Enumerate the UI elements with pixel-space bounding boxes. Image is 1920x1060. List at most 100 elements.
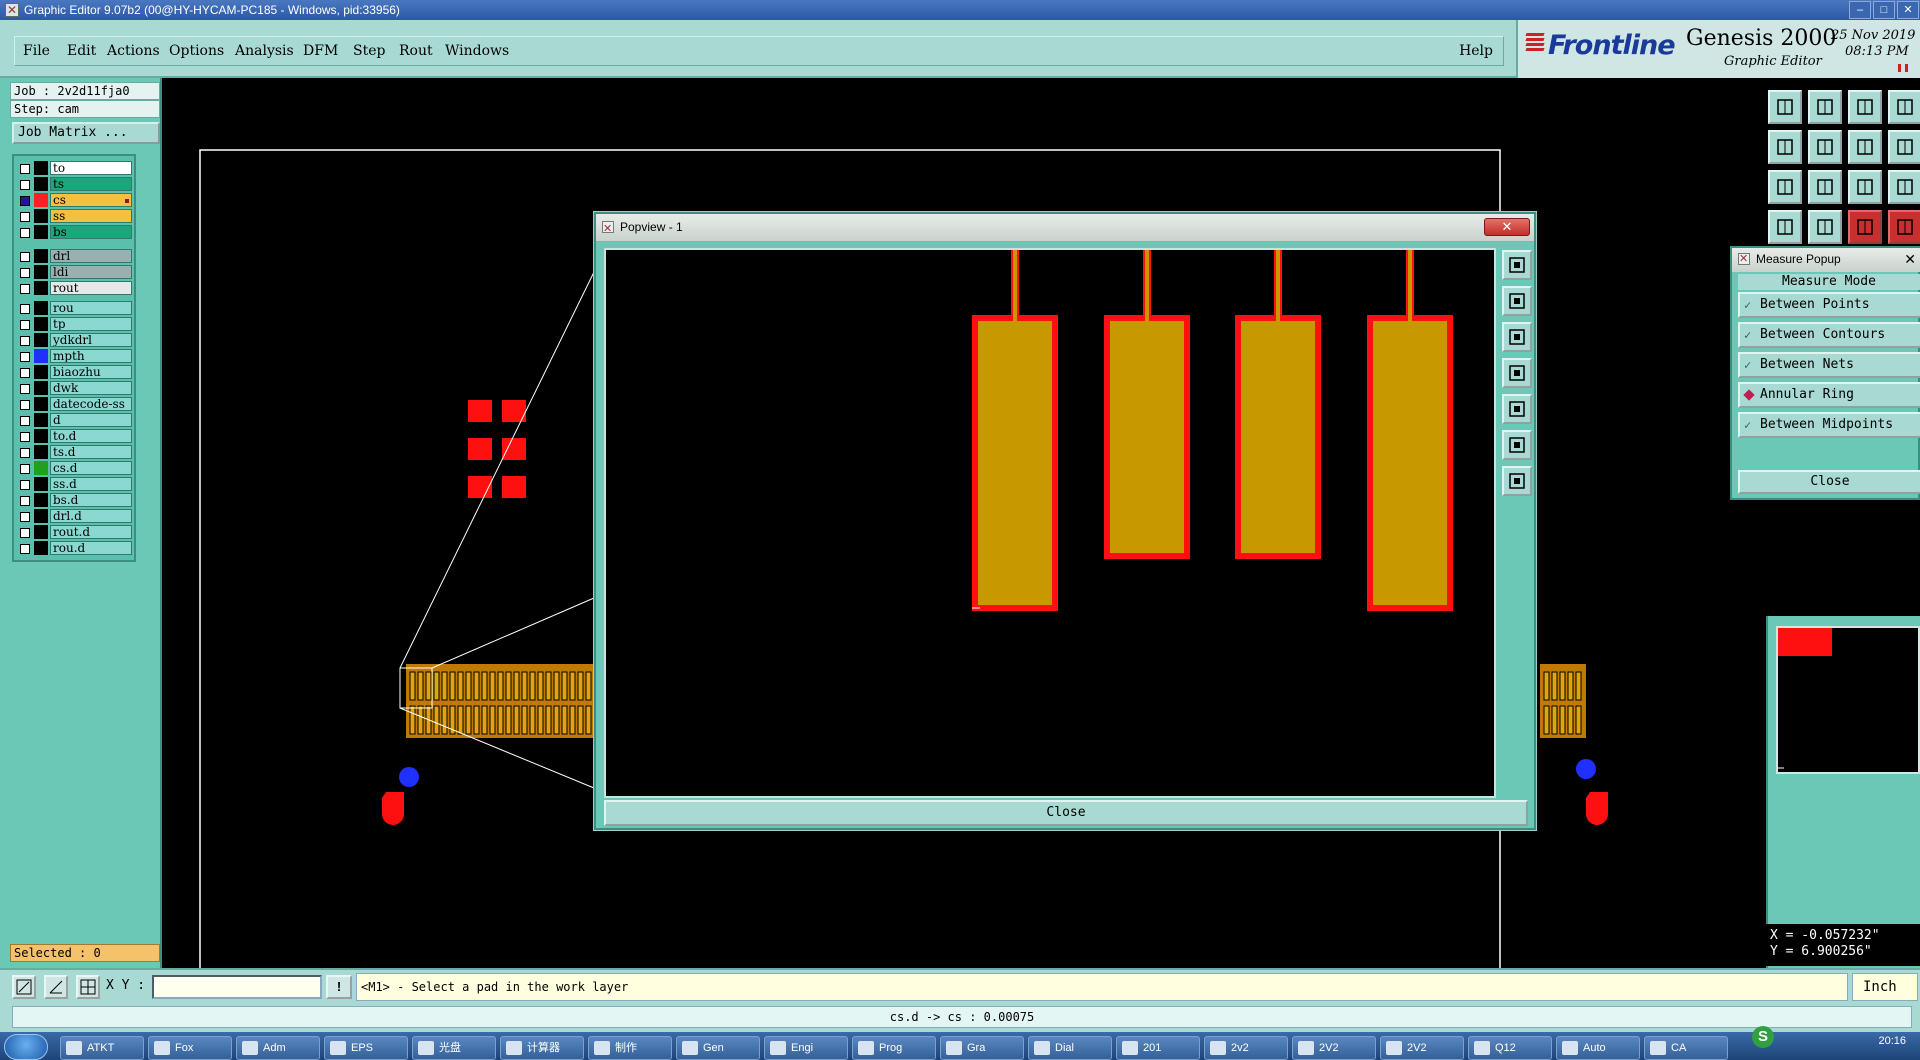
redraw-button[interactable]: [1888, 130, 1920, 164]
layer-name[interactable]: biaozhu: [50, 365, 132, 379]
layer-checkbox[interactable]: [20, 164, 30, 174]
layer-row-to-d[interactable]: to.d: [16, 428, 134, 444]
ime-s-icon[interactable]: S: [1752, 1026, 1774, 1048]
right-button[interactable]: [1808, 130, 1842, 164]
layer-checkbox[interactable]: [20, 268, 30, 278]
layer-row-ydkdrl[interactable]: ydkdrl: [16, 332, 134, 348]
layer-row-cs[interactable]: cs: [16, 192, 134, 208]
layer-row-rou-d[interactable]: rou.d: [16, 540, 134, 556]
menu-step[interactable]: Step: [353, 43, 385, 59]
popview-canvas[interactable]: [604, 248, 1496, 798]
layer-color-swatch[interactable]: [34, 541, 48, 555]
pan-button[interactable]: [1808, 170, 1842, 204]
layer-color-swatch[interactable]: [34, 177, 48, 191]
zoom-reset-button[interactable]: [1502, 466, 1532, 496]
layer-checkbox[interactable]: [20, 448, 30, 458]
layer-name[interactable]: bs: [50, 225, 132, 239]
layer-checkbox[interactable]: [20, 432, 30, 442]
house-button[interactable]: [1848, 90, 1882, 124]
snap-button[interactable]: [1848, 210, 1882, 244]
layer-row-drl[interactable]: drl: [16, 248, 134, 264]
layer-name[interactable]: ts: [50, 177, 132, 191]
layer-checkbox[interactable]: [20, 212, 30, 222]
layer-checkbox[interactable]: [20, 496, 30, 506]
layer-checkbox[interactable]: [20, 352, 30, 362]
layer-row-ts-d[interactable]: ts.d: [16, 444, 134, 460]
menu-file[interactable]: File: [23, 43, 50, 59]
layer-color-swatch[interactable]: [34, 161, 48, 175]
layer-checkbox[interactable]: [20, 304, 30, 314]
measure-option-between-points[interactable]: ✓ Between Points: [1738, 292, 1920, 318]
minimize-button[interactable]: –: [1849, 1, 1871, 19]
start-button[interactable]: [4, 1034, 48, 1060]
layer-name[interactable]: ldi: [50, 265, 132, 279]
layer-checkbox[interactable]: [20, 416, 30, 426]
layer-checkbox[interactable]: [20, 512, 30, 522]
layer-color-swatch[interactable]: [34, 509, 48, 523]
taskbar-item[interactable]: Q12: [1468, 1036, 1552, 1060]
taskbar-item[interactable]: Adm: [236, 1036, 320, 1060]
layer-checkbox[interactable]: [20, 228, 30, 238]
filter-button[interactable]: [1768, 210, 1802, 244]
layer-checkbox[interactable]: [20, 252, 30, 262]
pan-right-button[interactable]: [1502, 394, 1532, 424]
layer-row-datecode-ss[interactable]: datecode-ss: [16, 396, 134, 412]
layer-row-rout[interactable]: rout: [16, 280, 134, 296]
menu-analysis[interactable]: Analysis: [235, 43, 294, 59]
zoom-fit-button[interactable]: [1768, 170, 1802, 204]
menu-options[interactable]: Options: [169, 43, 224, 59]
taskbar-item[interactable]: Auto: [1556, 1036, 1640, 1060]
layer-name[interactable]: mpth: [50, 349, 132, 363]
layer-color-swatch[interactable]: [34, 209, 48, 223]
zoom-in-button[interactable]: [1502, 250, 1532, 280]
taskbar-item[interactable]: 201: [1116, 1036, 1200, 1060]
layer-color-swatch[interactable]: [34, 429, 48, 443]
menu-help[interactable]: Help: [1459, 43, 1493, 59]
snap-net-button[interactable]: [1888, 210, 1920, 244]
layer-color-swatch[interactable]: [34, 317, 48, 331]
layer-name[interactable]: cs: [50, 193, 132, 207]
measure-option-between-contours[interactable]: ✓ Between Contours: [1738, 322, 1920, 348]
layer-name[interactable]: dwk: [50, 381, 132, 395]
layer-name[interactable]: rout.d: [50, 525, 132, 539]
layer-name[interactable]: ss: [50, 209, 132, 223]
layer-color-swatch[interactable]: [34, 225, 48, 239]
layer-name[interactable]: ts.d: [50, 445, 132, 459]
layer-checkbox[interactable]: [20, 528, 30, 538]
layer-color-swatch[interactable]: [34, 249, 48, 263]
measure-option-between-nets[interactable]: ✓ Between Nets: [1738, 352, 1920, 378]
layer-checkbox[interactable]: [20, 544, 30, 554]
layer-color-swatch[interactable]: [34, 445, 48, 459]
layer-color-swatch[interactable]: [34, 265, 48, 279]
layer-color-swatch[interactable]: [34, 461, 48, 475]
zoom-down-button[interactable]: [1502, 322, 1532, 352]
unit-selector[interactable]: Inch: [1852, 973, 1918, 1001]
layer-name[interactable]: datecode-ss: [50, 397, 132, 411]
layer-checkbox[interactable]: [20, 180, 30, 190]
layer-checkbox[interactable]: [20, 336, 30, 346]
layer-row-dwk[interactable]: dwk: [16, 380, 134, 396]
xy-toggle-button[interactable]: !: [326, 975, 352, 999]
layer-name[interactable]: bs.d: [50, 493, 132, 507]
layer-color-swatch[interactable]: [34, 493, 48, 507]
measure-option-annular-ring[interactable]: Annular Ring: [1738, 382, 1920, 408]
layer-row-d[interactable]: d: [16, 412, 134, 428]
layer-name[interactable]: to: [50, 161, 132, 175]
layer-checkbox[interactable]: [20, 400, 30, 410]
taskbar-item[interactable]: Fox: [148, 1036, 232, 1060]
layer-color-swatch[interactable]: [34, 365, 48, 379]
taskbar-item[interactable]: EPS: [324, 1036, 408, 1060]
measure-option-between-midpoints[interactable]: ✓ Between Midpoints: [1738, 412, 1920, 438]
layer-name[interactable]: rou: [50, 301, 132, 315]
layer-row-bs-d[interactable]: bs.d: [16, 492, 134, 508]
layer-row-mpth[interactable]: mpth: [16, 348, 134, 364]
popview-close-button[interactable]: Close: [604, 800, 1528, 826]
grid-mode-button[interactable]: [76, 975, 100, 999]
taskbar-item[interactable]: 2V2: [1380, 1036, 1464, 1060]
taskbar-item[interactable]: 2v2: [1204, 1036, 1288, 1060]
layer-checkbox[interactable]: [20, 196, 30, 206]
close-window-button[interactable]: ✕: [1897, 1, 1919, 19]
taskbar-item[interactable]: CA: [1644, 1036, 1728, 1060]
layer-name[interactable]: to.d: [50, 429, 132, 443]
layer-row-ts[interactable]: ts: [16, 176, 134, 192]
